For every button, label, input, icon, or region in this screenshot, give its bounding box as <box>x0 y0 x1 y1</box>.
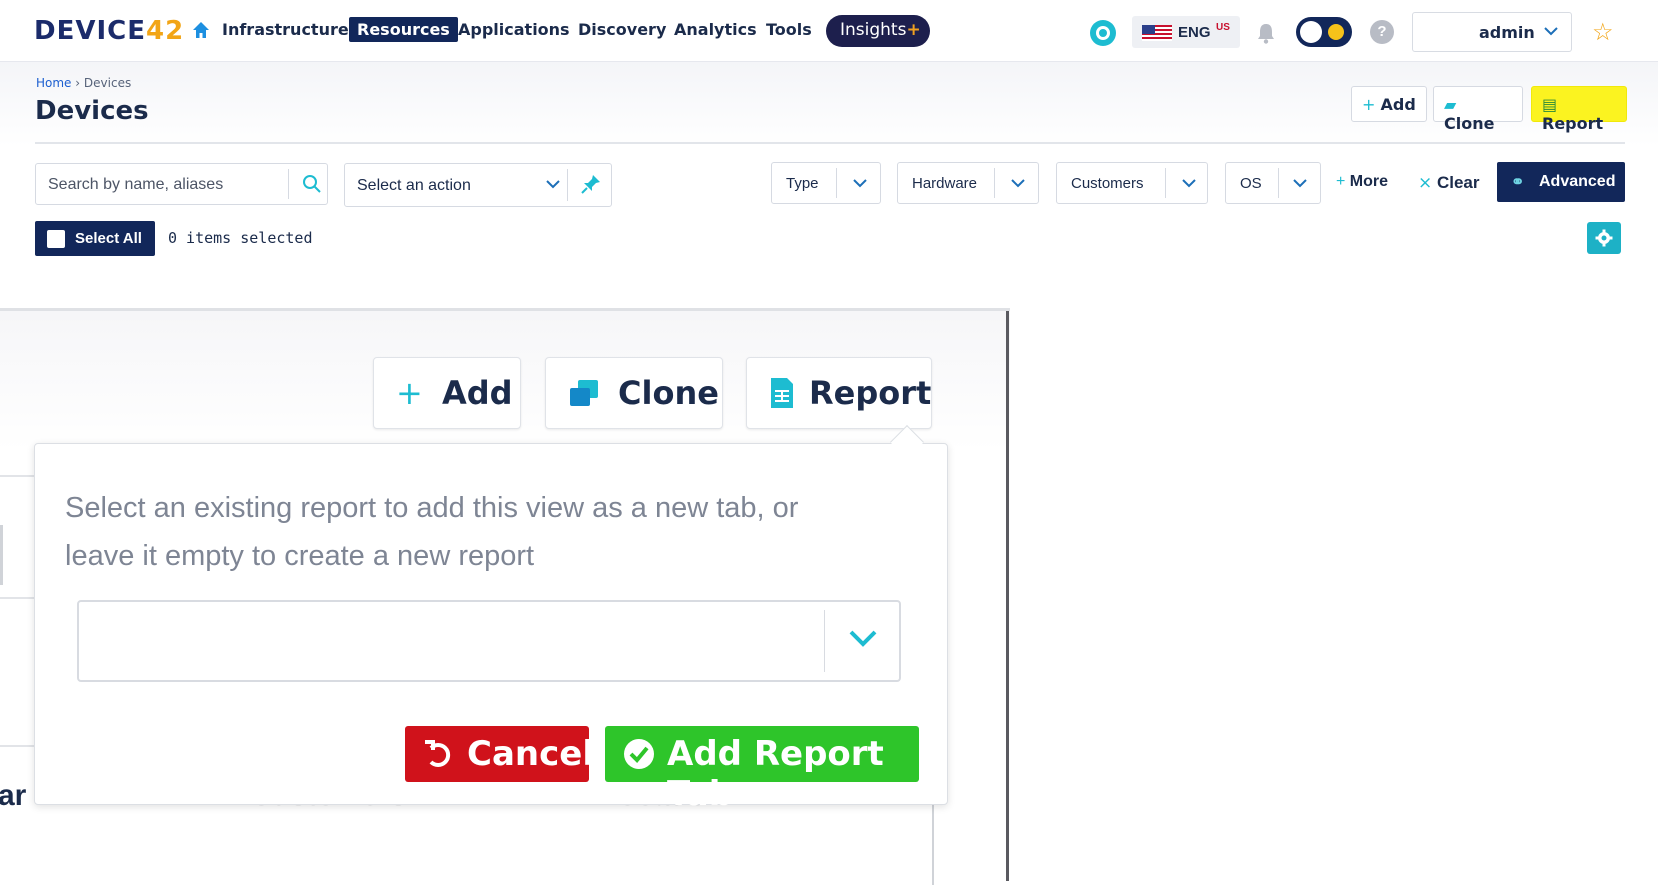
customers-filter[interactable]: Customers <box>1056 162 1208 204</box>
zoom-report-button[interactable]: Report <box>746 357 932 429</box>
os-label: OS <box>1240 175 1262 192</box>
os-filter[interactable]: OS <box>1225 162 1321 204</box>
bell-icon[interactable] <box>1256 22 1276 44</box>
favorite-star-icon[interactable]: ☆ <box>1592 18 1614 47</box>
background-edge <box>932 805 934 885</box>
clone-label: Clone <box>1444 114 1495 133</box>
type-filter[interactable]: Type <box>771 162 881 204</box>
home-icon[interactable] <box>192 21 210 39</box>
language-selector[interactable]: ENG US <box>1132 16 1240 48</box>
plus-icon: + <box>1362 95 1381 114</box>
plus-icon: + <box>1336 173 1346 190</box>
language-region: US <box>1216 22 1230 33</box>
language-label: ENG <box>1178 24 1211 41</box>
page-title: Devices <box>35 96 149 126</box>
more-label: More <box>1349 173 1389 190</box>
undo-icon <box>425 740 451 767</box>
clone-icon <box>570 380 598 406</box>
zoom-add-button[interactable]: + Add <box>373 357 521 429</box>
us-flag-icon <box>1142 25 1172 41</box>
filter-clear-icon: ⨯ <box>1418 173 1437 192</box>
hardware-filter[interactable]: Hardware <box>897 162 1039 204</box>
clone-button[interactable]: ▰ Clone <box>1433 86 1523 133</box>
user-menu[interactable]: admin <box>1412 12 1572 52</box>
binoculars-icon: ⚭ <box>1511 174 1525 191</box>
hardware-label: Hardware <box>912 175 978 192</box>
add-report-tab-popover: Select an existing report to add this vi… <box>34 425 948 814</box>
nav-tools[interactable]: Tools <box>766 20 812 39</box>
zoom-clone-button[interactable]: Clone <box>545 357 723 429</box>
action-placeholder: Select an action <box>357 177 471 194</box>
zoom-add-label: Add <box>442 374 513 412</box>
search-placeholder: Search by name, aliases <box>48 176 224 193</box>
background-edge <box>0 525 3 585</box>
chevron-down-icon <box>853 179 867 188</box>
zoom-border <box>1006 311 1009 881</box>
checkbox[interactable] <box>47 230 65 248</box>
search-field[interactable]: Search by name, aliases <box>35 163 328 205</box>
select-all-label: Select All <box>75 230 142 247</box>
breadcrumb-separator: › <box>75 76 81 90</box>
top-navigation: DEVICE42 Infrastructure Resources Applic… <box>0 0 1658 62</box>
popover-arrow <box>890 425 924 459</box>
nav-resources[interactable]: Resources <box>349 17 458 42</box>
action-select[interactable]: Select an action <box>344 163 612 207</box>
theme-toggle[interactable] <box>1296 17 1352 47</box>
breadcrumb: Home › Devices <box>36 76 131 90</box>
cancel-button[interactable]: Cancel <box>405 726 594 782</box>
more-filters-link[interactable]: + More <box>1336 173 1388 191</box>
advanced-search-button[interactable]: ⚭ Advanced <box>1497 162 1625 202</box>
report-select[interactable] <box>77 600 901 682</box>
report-label: Report <box>1542 114 1604 133</box>
zoom-report-label: Report <box>809 374 932 412</box>
breadcrumb-current: Devices <box>83 76 132 90</box>
device42-logo[interactable]: DEVICE42 <box>34 16 184 46</box>
chevron-down-icon <box>546 180 560 189</box>
nav-applications[interactable]: Applications <box>458 20 570 39</box>
report-icon <box>771 378 793 408</box>
zoomed-report-popup-view: ar Customers Location + Add Clone Report… <box>0 308 1010 886</box>
ghost-column-header: ar <box>0 779 27 812</box>
cancel-label: Cancel <box>467 734 594 774</box>
type-label: Type <box>786 175 819 192</box>
header-divider <box>35 142 1625 144</box>
clear-label: Clear <box>1436 173 1480 192</box>
add-report-tab-button[interactable]: Add Report Tab <box>605 726 919 814</box>
search-assistant-icon[interactable] <box>1090 20 1116 46</box>
clone-icon: ▰ <box>1444 95 1457 114</box>
add-label: Add <box>1380 95 1416 114</box>
user-name: admin <box>1479 23 1535 42</box>
chevron-down-icon <box>1011 179 1025 188</box>
select-all-button[interactable]: Select All <box>35 221 155 256</box>
pin-icon[interactable] <box>579 172 603 196</box>
zoom-clone-label: Clone <box>618 374 719 412</box>
nav-discovery[interactable]: Discovery <box>578 20 666 39</box>
selected-count: 0 items selected <box>168 229 313 247</box>
clear-filters-link[interactable]: ⨯ Clear <box>1418 173 1480 193</box>
add-button[interactable]: + Add <box>1351 86 1427 122</box>
nav-infrastructure[interactable]: Infrastructure <box>222 20 349 39</box>
help-icon[interactable]: ? <box>1370 20 1394 44</box>
report-button[interactable]: ▤ Report <box>1531 86 1627 133</box>
report-icon: ▤ <box>1542 95 1558 114</box>
chevron-down-icon <box>849 630 877 647</box>
nav-analytics[interactable]: Analytics <box>674 20 757 39</box>
chevron-down-icon <box>1293 179 1307 188</box>
plus-icon: + <box>396 374 423 412</box>
chevron-down-icon <box>1544 27 1558 36</box>
settings-gear-button[interactable] <box>1587 222 1621 254</box>
customers-label: Customers <box>1071 175 1144 192</box>
gear-icon <box>1595 229 1613 247</box>
chevron-down-icon <box>1182 179 1196 188</box>
advanced-label: Advanced <box>1539 173 1616 190</box>
breadcrumb-home[interactable]: Home <box>36 76 71 90</box>
sun-icon <box>1328 24 1344 40</box>
popover-message: Select an existing report to add this vi… <box>65 492 799 572</box>
check-circle-icon <box>624 739 654 769</box>
search-icon[interactable] <box>302 174 322 194</box>
insights-button[interactable]: Insights+ <box>826 15 930 47</box>
add-report-tab-label: Add Report Tab <box>667 734 884 814</box>
